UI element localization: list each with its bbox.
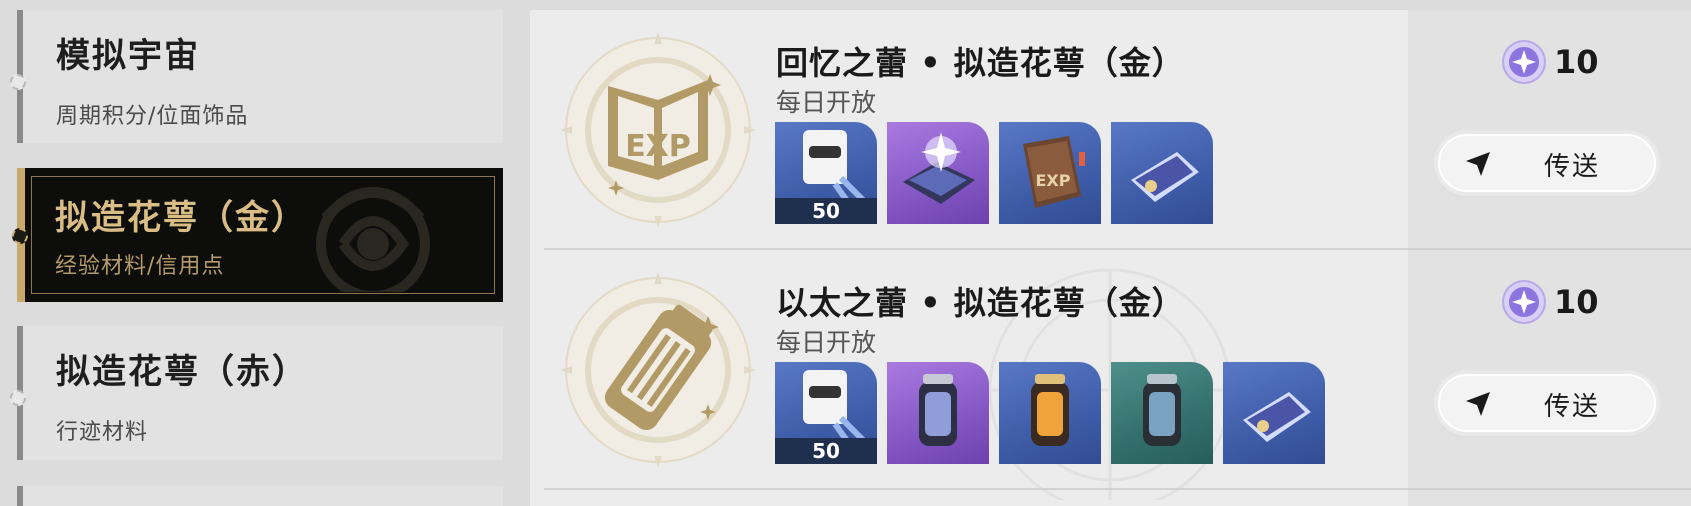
category-title: 拟造花萼（赤） bbox=[56, 352, 308, 392]
category-calyx-crimson[interactable]: 拟造花萼（赤） 行迹材料 bbox=[10, 326, 503, 460]
category-subtitle: 经验材料/信用点 bbox=[55, 254, 225, 279]
reward-item[interactable]: 50 bbox=[775, 362, 877, 464]
entry-divider bbox=[544, 488, 1691, 490]
reward-item[interactable]: EXP bbox=[999, 122, 1101, 224]
teleport-arrow-icon bbox=[1466, 152, 1490, 176]
reward-quantity: 50 bbox=[775, 438, 877, 464]
trailblaze-power-icon bbox=[1502, 40, 1546, 84]
stage-entry[interactable]: EXP 回忆之蕾 • 拟造花萼（金） 每日开放 50 EXP 10 传送 bbox=[530, 10, 1691, 250]
category-next-partial[interactable] bbox=[17, 486, 503, 506]
teleport-button-label: 传送 bbox=[1544, 152, 1601, 182]
stage-list-panel: EXP 回忆之蕾 • 拟造花萼（金） 每日开放 50 EXP 10 传送 以太之… bbox=[530, 10, 1691, 506]
stage-title: 回忆之蕾 • 拟造花萼（金） bbox=[776, 44, 1185, 82]
teleport-button[interactable]: 传送 bbox=[1438, 374, 1656, 432]
stamina-cost: 10 bbox=[1502, 40, 1599, 84]
reward-item[interactable]: 50 bbox=[775, 122, 877, 224]
teleport-button[interactable]: 传送 bbox=[1438, 134, 1656, 192]
stamina-cost-value: 10 bbox=[1554, 43, 1599, 81]
reward-list: 50 EXP bbox=[775, 122, 1213, 224]
category-title: 模拟宇宙 bbox=[56, 36, 200, 76]
reward-item[interactable] bbox=[887, 122, 989, 224]
credit-card-icon bbox=[1243, 392, 1311, 442]
condensed-aether-icon bbox=[1031, 374, 1069, 446]
svg-text:EXP: EXP bbox=[625, 129, 691, 164]
reward-item[interactable] bbox=[1111, 122, 1213, 224]
category-title: 拟造花萼（金） bbox=[55, 198, 307, 238]
category-subtitle: 行迹材料 bbox=[56, 420, 149, 445]
svg-text:EXP: EXP bbox=[1036, 171, 1071, 190]
reward-quantity: 50 bbox=[775, 198, 877, 224]
category-marker-icon bbox=[10, 74, 26, 90]
stage-availability: 每日开放 bbox=[776, 88, 877, 117]
credit-card-icon bbox=[1131, 152, 1199, 202]
category-calyx-golden[interactable]: 拟造花萼（金） 经验材料/信用点 bbox=[12, 168, 503, 302]
category-simulated-universe[interactable]: 模拟宇宙 周期积分/位面饰品 bbox=[10, 10, 503, 143]
light-cone-canister-emblem-icon bbox=[560, 272, 756, 468]
teleport-button-label: 传送 bbox=[1544, 392, 1601, 422]
reward-item[interactable] bbox=[1223, 362, 1325, 464]
sparse-aether-icon bbox=[1143, 374, 1181, 446]
refined-aether-icon bbox=[919, 374, 957, 446]
reward-item[interactable] bbox=[999, 362, 1101, 464]
stamina-cost: 10 bbox=[1502, 280, 1599, 324]
adventure-log-book-icon: EXP bbox=[1023, 136, 1085, 208]
reward-list: 50 bbox=[775, 362, 1325, 464]
exp-book-emblem-icon: EXP bbox=[560, 32, 756, 228]
reward-item[interactable] bbox=[887, 362, 989, 464]
category-marker-icon bbox=[10, 390, 26, 406]
stamina-cost-value: 10 bbox=[1554, 283, 1599, 321]
stage-availability: 每日开放 bbox=[776, 328, 877, 357]
teleport-arrow-icon bbox=[1466, 392, 1490, 416]
trailblaze-power-icon bbox=[1502, 280, 1546, 324]
stage-entry[interactable]: 以太之蕾 • 拟造花萼（金） 每日开放 50 10 传送 bbox=[530, 250, 1691, 490]
category-subtitle: 周期积分/位面饰品 bbox=[56, 104, 249, 129]
stage-title: 以太之蕾 • 拟造花萼（金） bbox=[776, 284, 1185, 322]
travel-encounters-book-icon bbox=[903, 132, 975, 204]
reward-item[interactable] bbox=[1111, 362, 1213, 464]
category-marker-icon bbox=[12, 228, 28, 244]
